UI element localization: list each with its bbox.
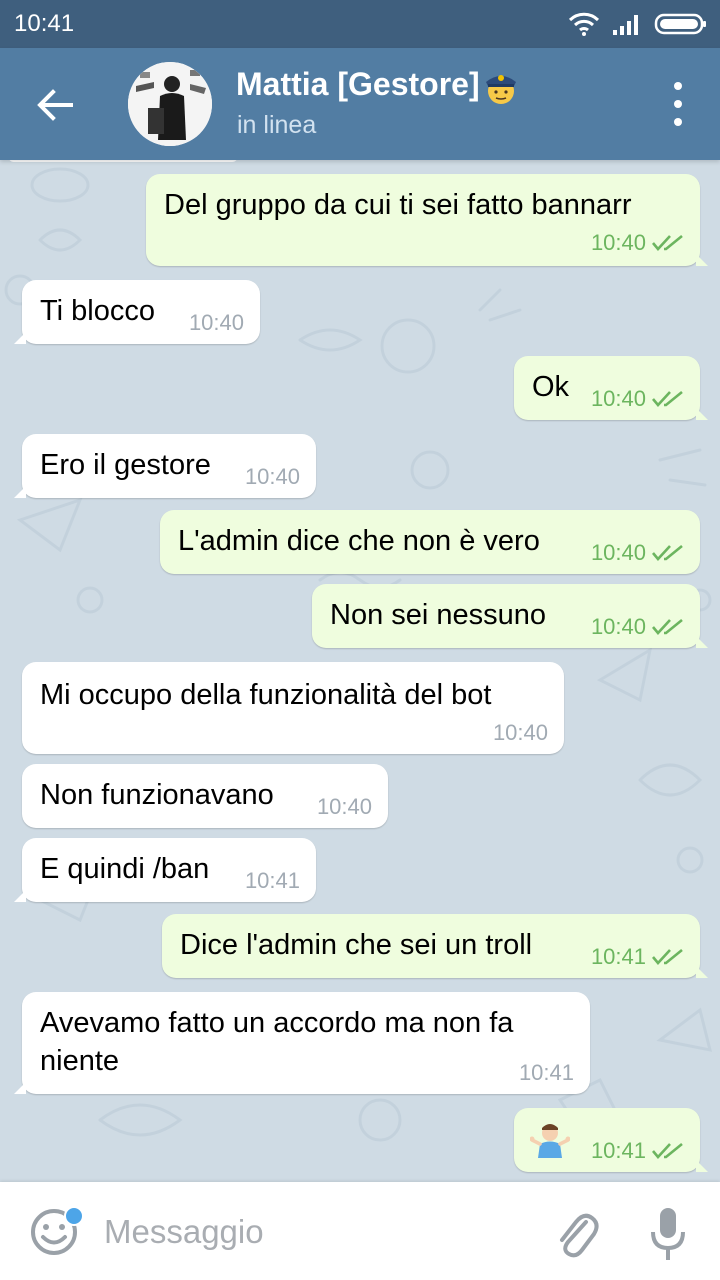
- message-time: 10:40: [244, 464, 300, 489]
- message-bubble-incoming[interactable]: Non funzionavano 10:40: [22, 764, 388, 828]
- message-meta: 10:41: [245, 868, 300, 894]
- message-text: Non funzionavano: [40, 779, 274, 811]
- message-bubble-outgoing[interactable]: L'admin dice che non è vero 10:40: [160, 510, 700, 574]
- message-time: 10:40: [590, 540, 646, 565]
- message-time: 10:40: [590, 614, 646, 639]
- message-text: E quindi /ban: [40, 853, 210, 885]
- bubble-tail: [14, 890, 26, 902]
- message-time: 10:41: [590, 1138, 646, 1163]
- message-text: Dice l'admin che sei un troll: [180, 929, 533, 961]
- message-meta: 10:40: [591, 540, 684, 566]
- avatar-image: [128, 62, 212, 146]
- telegram-chat-screen: 10:41 Mattia [Gestore] in linea Del grup…: [0, 0, 720, 1280]
- more-vert-icon[interactable]: [666, 82, 690, 126]
- message-meta: 10:41: [591, 1138, 684, 1164]
- shrugging-man-emoji-icon: [530, 1124, 570, 1158]
- message-input-bar: [0, 1182, 720, 1280]
- message-text-line-2: niente: [40, 1045, 120, 1077]
- message-bubble-incoming[interactable]: Ti blocco 10:40: [14, 280, 260, 344]
- message-meta: 10:40: [493, 720, 548, 746]
- wifi-icon: [568, 12, 600, 36]
- message-time: 10:40: [188, 310, 244, 335]
- partial-message-bubble: [8, 160, 238, 162]
- bubble-tail: [696, 254, 708, 266]
- message-meta: 10:40: [317, 794, 372, 820]
- chat-title[interactable]: Mattia [Gestore]: [236, 66, 520, 106]
- message-bubble-outgoing[interactable]: Ok 10:40: [514, 356, 708, 420]
- double-check-icon: [652, 948, 683, 965]
- message-time: 10:41: [244, 868, 300, 893]
- message-text: Mi occupo della funzionalità del bot: [40, 679, 492, 711]
- message-meta: 10:41: [519, 1060, 574, 1086]
- battery-icon: [654, 13, 706, 35]
- status-time: 10:41: [14, 10, 75, 37]
- message-bubble-outgoing[interactable]: Non sei nessuno 10:40: [312, 584, 708, 648]
- arrow-left-icon: [37, 89, 73, 121]
- message-bubble-incoming[interactable]: Mi occupo della funzionalità del bot 10:…: [22, 662, 564, 754]
- chat-title-text: Mattia [Gestore]: [236, 66, 480, 102]
- signal-icon: [613, 15, 638, 35]
- message-input[interactable]: [104, 1210, 524, 1254]
- bubble-tail: [696, 408, 708, 420]
- message-time: 10:40: [492, 720, 548, 745]
- bubble-tail: [696, 636, 708, 648]
- message-text: Del gruppo da cui ti sei fatto bannarr: [164, 189, 632, 221]
- bubble-tail: [14, 1082, 26, 1094]
- message-time: 10:40: [316, 794, 372, 819]
- message-bubble-outgoing[interactable]: 10:41: [514, 1108, 708, 1172]
- status-icons: [568, 10, 708, 38]
- message-text: Non sei nessuno: [330, 599, 547, 631]
- message-bubble-outgoing[interactable]: Del gruppo da cui ti sei fatto bannarr 1…: [146, 174, 708, 266]
- bubble-tail: [696, 1160, 708, 1172]
- double-check-icon: [652, 390, 683, 407]
- message-bubble-incoming[interactable]: E quindi /ban 10:41: [14, 838, 316, 902]
- message-text: L'admin dice che non è vero: [178, 525, 540, 557]
- mic-icon: [651, 1208, 685, 1260]
- message-bubble-incoming[interactable]: Avevamo fatto un accordo ma non fa nient…: [14, 992, 590, 1094]
- avatar[interactable]: [128, 62, 212, 146]
- message-bubble-incoming[interactable]: Ero il gestore 10:40: [14, 434, 316, 498]
- bubble-tail: [696, 966, 708, 978]
- double-check-icon: [652, 1142, 683, 1159]
- message-text: Ok: [532, 371, 570, 403]
- message-text: Ero il gestore: [40, 449, 211, 481]
- message-meta: 10:40: [189, 310, 244, 336]
- message-time: 10:41: [590, 944, 646, 969]
- double-check-icon: [652, 544, 683, 561]
- message-text-line-1: Avevamo fatto un accordo ma non fa: [40, 1007, 514, 1039]
- message-text: Ti blocco: [40, 295, 155, 327]
- message-time: 10:40: [590, 230, 646, 255]
- attach-button[interactable]: [552, 1208, 600, 1260]
- message-meta: 10:40: [591, 386, 684, 412]
- status-bar: 10:41: [0, 0, 720, 48]
- chat-messages-area[interactable]: Del gruppo da cui ti sei fatto bannarr 1…: [0, 160, 720, 1182]
- bubble-tail: [14, 332, 26, 344]
- double-check-icon: [652, 618, 683, 635]
- message-meta: 10:40: [245, 464, 300, 490]
- message-meta: 10:40: [591, 230, 684, 256]
- bubble-tail: [14, 486, 26, 498]
- message-meta: 10:41: [591, 944, 684, 970]
- back-button[interactable]: [30, 80, 80, 130]
- message-time: 10:41: [518, 1060, 574, 1085]
- mic-button[interactable]: [648, 1206, 688, 1262]
- paperclip-icon: [560, 1213, 599, 1258]
- chat-status: in linea: [237, 111, 317, 139]
- police-officer-emoji-icon: [485, 74, 516, 104]
- unread-indicator-dot: [64, 1206, 84, 1226]
- double-check-icon: [652, 234, 683, 251]
- message-time: 10:40: [590, 386, 646, 411]
- message-meta: 10:40: [591, 614, 684, 640]
- message-bubble-outgoing[interactable]: Dice l'admin che sei un troll 10:41: [162, 914, 708, 978]
- chat-header: Mattia [Gestore] in linea: [0, 48, 720, 160]
